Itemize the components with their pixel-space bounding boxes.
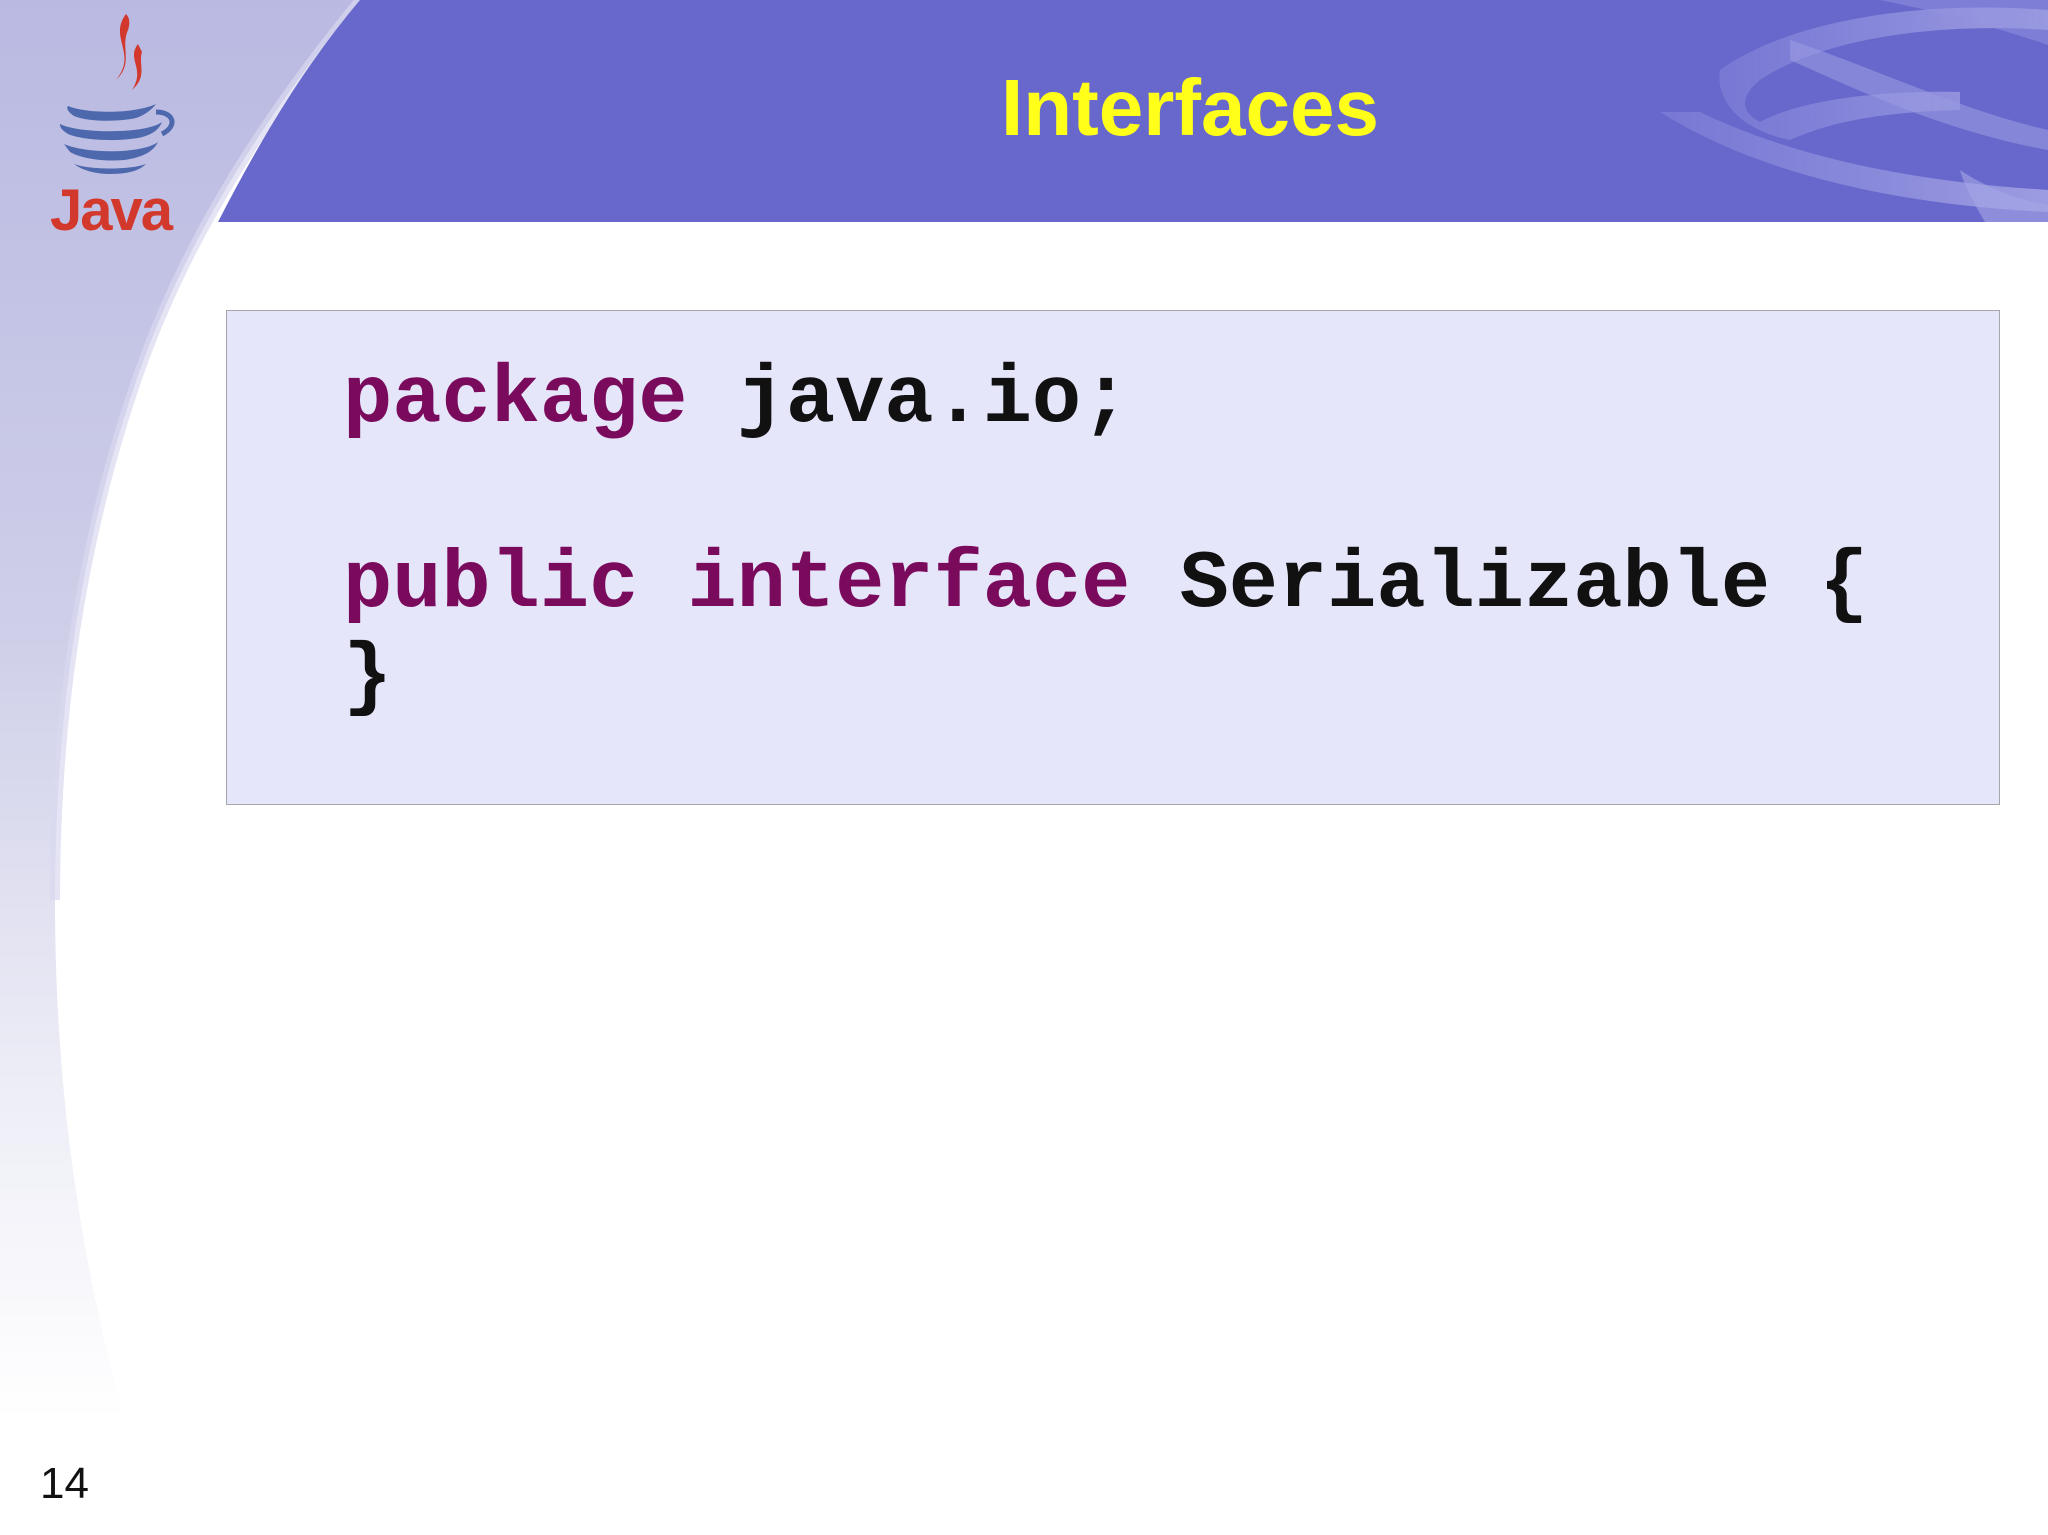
slide-title: Interfaces	[1001, 63, 1379, 152]
code-line-interface-declaration: public interface Serializable {	[343, 538, 1868, 632]
code-line-closing-brace: }	[343, 631, 392, 725]
code-block: package java.io; public interface Serial…	[226, 310, 2000, 805]
code-line-package: package java.io;	[343, 353, 1130, 447]
closing-brace: }	[343, 631, 393, 724]
slide: Java Interfaces package java.io; public …	[0, 0, 2048, 1535]
keyword-interface: interface	[687, 538, 1131, 631]
logo-steam	[116, 14, 130, 80]
logo-wordmark: Java	[50, 178, 174, 238]
keyword-package: package	[343, 353, 688, 446]
page-number: 14	[40, 1459, 89, 1508]
java-logo: Java	[50, 14, 176, 238]
keyword-public: public	[343, 538, 639, 631]
interface-name: Serializable {	[1179, 538, 1869, 631]
package-name: java.io;	[736, 353, 1131, 446]
logo-cup	[67, 104, 156, 121]
